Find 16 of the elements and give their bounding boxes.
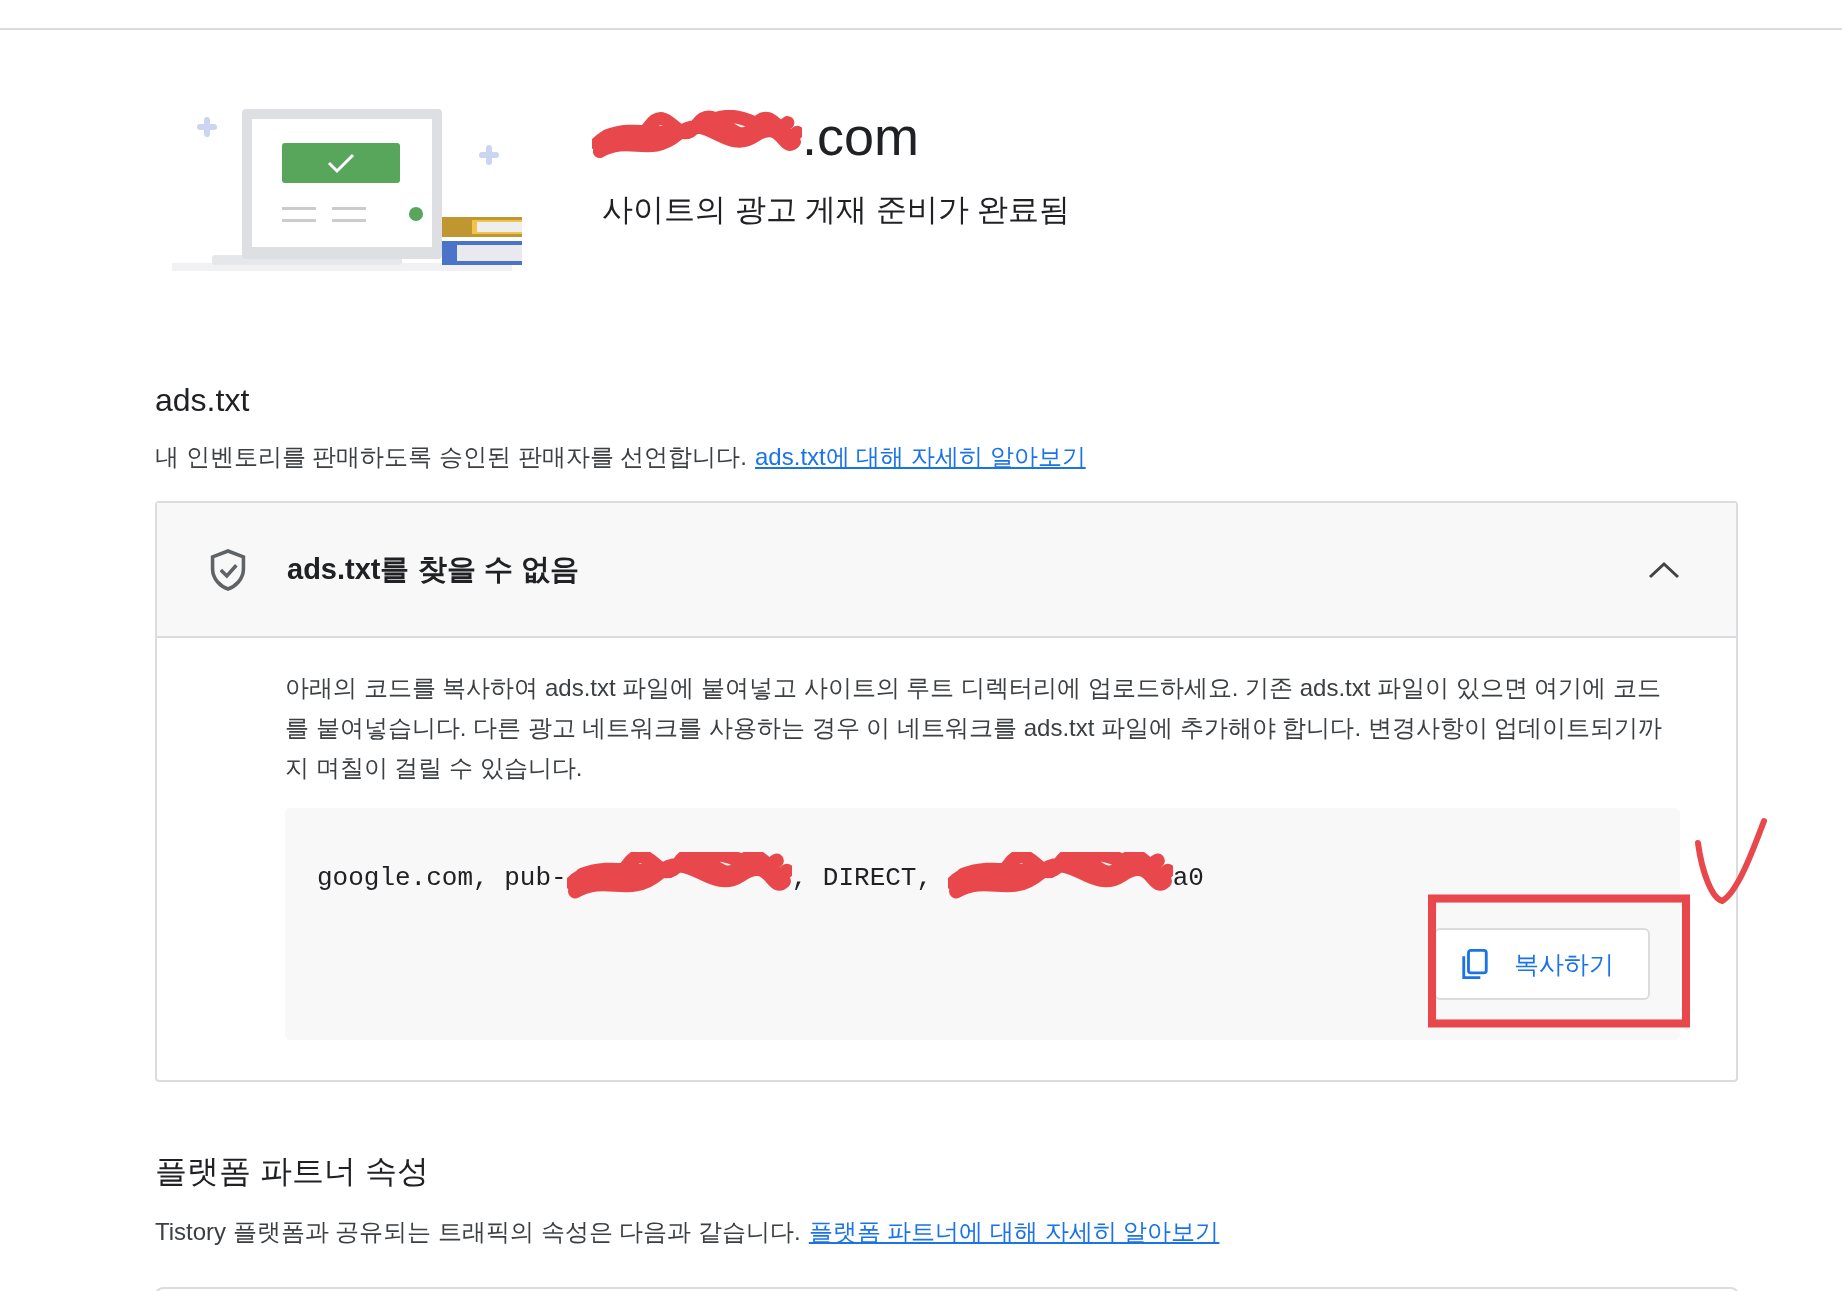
learn-more-link[interactable]: 플랫폼 파트너에 대해 자세히 알아보기 xyxy=(808,1216,1220,1248)
site-domain: .com xyxy=(802,106,920,166)
shield-check-icon xyxy=(209,547,247,592)
section-title: ads.txt xyxy=(155,382,251,419)
instructions-text: 아래의 코드를 복사하여 ads.txt 파일에 붙여넣고 사이트의 루트 디렉터리에 업로드하세요. 기존 ads.txt 파일이 있으면 여기에 코드를 붙여넣습니다. 다른 광고 네트워크를 사용하는 경우 이 네트워크를 ads.txt 파일에 추가해야 합니다. 변경사항이 업데이트되기까지 며칠이 걸릴 수 있습니다. xyxy=(285,673,1664,783)
section-description: Tistory 플랫폼과 공유되는 트래픽의 속성은 다음과 같습니다. xyxy=(155,1217,801,1247)
copy-icon xyxy=(1460,948,1490,980)
section-title: 플랫폼 파트너 속성 xyxy=(155,1152,430,1191)
code-text: a0 xyxy=(1172,863,1204,893)
code-text: , DIRECT, xyxy=(791,863,934,893)
code-text: google.com, pub- xyxy=(317,863,567,893)
learn-more-link[interactable]: ads.txt에 대해 자세히 알아보기 xyxy=(755,441,1086,473)
copy-button[interactable]: 복사하기 xyxy=(1434,928,1650,1000)
panel-header[interactable]: ads.txt를 찾을 수 없음 xyxy=(157,503,1736,638)
site-status: 사이트의 광고 게재 준비가 완료됨 xyxy=(602,191,1071,229)
section-description: 내 인벤토리를 판매하도록 승인된 판매자를 선언합니다. xyxy=(155,442,747,472)
